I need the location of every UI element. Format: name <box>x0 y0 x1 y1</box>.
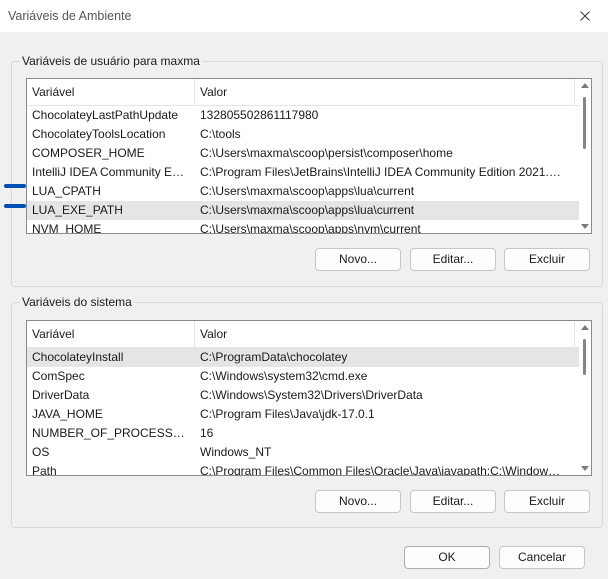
table-row[interactable]: IntelliJ IDEA Community Edition C:\Progra… <box>27 163 591 182</box>
table-row[interactable]: ChocolateyLastPathUpdate 1328055028611179… <box>27 106 591 125</box>
variable-name-cell: Path <box>32 464 57 476</box>
scroll-thumb[interactable] <box>583 97 586 149</box>
variable-value-cell: C:\Users\maxma\scoop\persist\composer\ho… <box>200 146 453 160</box>
user-edit-button[interactable]: Editar... <box>410 248 496 271</box>
table-row[interactable]: JAVA_HOME C:\Program Files\Java\jdk-17.0.… <box>27 405 591 424</box>
variable-name-cell: JAVA_HOME <box>32 407 103 421</box>
table-row[interactable]: LUA_EXE_PATH C:\Users\maxma\scoop\apps\lu… <box>27 201 591 220</box>
table-row[interactable]: NUMBER_OF_PROCESSORS 16 <box>27 424 591 443</box>
user-delete-button[interactable]: Excluir <box>504 248 590 271</box>
variable-name-cell: LUA_EXE_PATH <box>32 203 123 217</box>
table-row[interactable]: ChocolateyInstall C:\ProgramData\chocolat… <box>27 348 591 367</box>
table-row[interactable]: ComSpec C:\Windows\system32\cmd.exe <box>27 367 591 386</box>
system-list-header: Variável Valor <box>27 321 591 348</box>
table-row[interactable]: ChocolateyToolsLocation C:\tools <box>27 125 591 144</box>
variable-name-cell: NUMBER_OF_PROCESSORS <box>32 426 187 440</box>
variable-name-cell: LUA_CPATH <box>32 184 101 198</box>
variable-value-cell: C:\Windows\system32\cmd.exe <box>200 369 368 383</box>
user-list-scrollbar[interactable] <box>579 79 591 233</box>
variable-value-cell: C:\Users\maxma\scoop\apps\lua\current <box>200 184 415 198</box>
user-list-header: Variável Valor <box>27 79 591 106</box>
variable-value-cell: 16 <box>200 426 214 440</box>
window-title: Variáveis de Ambiente <box>8 9 132 23</box>
system-list-rows: ChocolateyInstall C:\ProgramData\chocolat… <box>27 348 591 476</box>
variable-name-cell: ChocolateyToolsLocation <box>32 127 166 141</box>
variable-name-cell: ChocolateyInstall <box>32 350 124 364</box>
annotation-marker <box>4 204 26 208</box>
close-button[interactable] <box>562 0 608 32</box>
system-variables-title: Variáveis do sistema <box>20 295 134 309</box>
system-list-scrollbar[interactable] <box>579 321 591 475</box>
table-row[interactable]: COMPOSER_HOME C:\Users\maxma\scoop\persis… <box>27 144 591 163</box>
table-row[interactable]: LUA_CPATH C:\Users\maxma\scoop\apps\lua\c… <box>27 182 591 201</box>
user-new-button[interactable]: Novo... <box>315 248 401 271</box>
system-new-button[interactable]: Novo... <box>315 490 401 513</box>
user-variables-list[interactable]: Variável Valor ChocolateyLastPathUpdate 1… <box>26 78 592 234</box>
table-row[interactable]: Path C:\Program Files\Common Files\Oracle… <box>27 462 591 476</box>
table-row[interactable]: OS Windows_NT <box>27 443 591 462</box>
variable-value-cell: 132805502861117980 <box>200 108 319 122</box>
system-edit-button[interactable]: Editar... <box>410 490 496 513</box>
ok-button[interactable]: OK <box>404 546 490 569</box>
variable-value-cell: Windows_NT <box>200 445 272 459</box>
scroll-down-icon[interactable] <box>581 224 589 229</box>
variable-name-cell: OS <box>32 445 50 459</box>
column-header-value[interactable]: Valor <box>195 79 575 105</box>
annotation-marker <box>4 184 26 188</box>
column-header-variable[interactable]: Variável <box>27 79 195 105</box>
variable-value-cell: C:\Program Files\JetBrains\IntelliJ IDEA… <box>200 165 565 179</box>
scroll-up-icon[interactable] <box>581 325 589 330</box>
title-bar: Variáveis de Ambiente <box>0 0 608 32</box>
table-row[interactable]: DriverData C:\Windows\System32\Drivers\Dr… <box>27 386 591 405</box>
variable-name-cell: NVM_HOME <box>32 222 102 234</box>
user-variables-title: Variáveis de usuário para maxma <box>20 54 202 68</box>
table-row[interactable]: NVM_HOME C:\Users\maxma\scoop\apps\nvm\cu… <box>27 220 591 234</box>
variable-value-cell: C:\Users\maxma\scoop\apps\nvm\current <box>200 222 421 234</box>
variable-value-cell: C:\tools <box>200 127 241 141</box>
system-variables-list[interactable]: Variável Valor ChocolateyInstall C:\Progr… <box>26 320 592 476</box>
system-delete-button[interactable]: Excluir <box>504 490 590 513</box>
variable-value-cell: C:\ProgramData\chocolatey <box>200 350 348 364</box>
variable-value-cell: C:\Users\maxma\scoop\apps\lua\current <box>200 203 415 217</box>
scroll-up-icon[interactable] <box>581 83 589 88</box>
variable-value-cell: C:\Program Files\Common Files\Oracle\Jav… <box>200 464 565 476</box>
column-header-value[interactable]: Valor <box>195 321 575 347</box>
variable-value-cell: C:\Windows\System32\Drivers\DriverData <box>200 388 423 402</box>
variable-name-cell: ChocolateyLastPathUpdate <box>32 108 179 122</box>
variable-value-cell: C:\Program Files\Java\jdk-17.0.1 <box>200 407 375 421</box>
variable-name-cell: DriverData <box>32 388 90 402</box>
variable-name-cell: ComSpec <box>32 369 85 383</box>
close-icon <box>580 11 590 21</box>
column-header-variable[interactable]: Variável <box>27 321 195 347</box>
user-list-rows: ChocolateyLastPathUpdate 1328055028611179… <box>27 106 591 234</box>
variable-name-cell: IntelliJ IDEA Community Edition <box>32 165 187 179</box>
scroll-down-icon[interactable] <box>581 466 589 471</box>
variable-name-cell: COMPOSER_HOME <box>32 146 145 160</box>
scroll-thumb[interactable] <box>583 339 586 375</box>
cancel-button[interactable]: Cancelar <box>499 546 585 569</box>
